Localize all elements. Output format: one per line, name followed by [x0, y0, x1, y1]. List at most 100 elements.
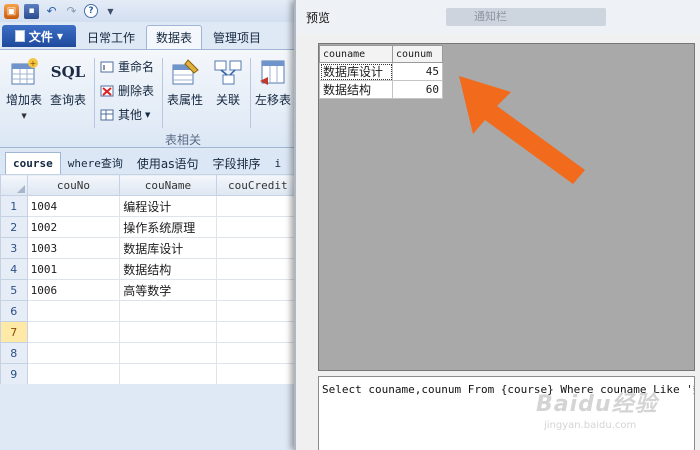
- table-row[interactable]: 8: [0, 342, 300, 364]
- customize-icon[interactable]: ▼: [103, 4, 118, 19]
- row-number[interactable]: 4: [0, 258, 28, 280]
- row-number[interactable]: 9: [0, 363, 28, 384]
- add-table-button[interactable]: + 增加表 ▼: [6, 56, 42, 120]
- table-row[interactable]: 5 1006 高等数学: [0, 279, 300, 301]
- column-header-couno[interactable]: couNo: [26, 174, 121, 196]
- tab-where-query[interactable]: where查询: [61, 152, 130, 174]
- dialog-title: 预览: [306, 10, 331, 25]
- row-number[interactable]: 6: [0, 300, 28, 322]
- cell-coucredit[interactable]: [215, 216, 300, 238]
- table-properties-icon: [169, 56, 201, 88]
- move-left-icon: [257, 56, 289, 88]
- cell-couno[interactable]: [26, 321, 121, 343]
- document-tabs: course where查询 使用as语句 字段排序 i: [0, 150, 300, 174]
- table-grid-icon: [99, 107, 115, 123]
- cell-coucredit[interactable]: [215, 321, 300, 343]
- rename-button[interactable]: 重命名: [99, 58, 154, 75]
- cell-couno[interactable]: 1004: [26, 195, 121, 217]
- cell-couname[interactable]: [119, 300, 217, 322]
- relations-button[interactable]: 关联: [212, 56, 244, 108]
- cell-couno[interactable]: [26, 300, 121, 322]
- result-cell-couname[interactable]: 数据库设计: [319, 62, 393, 81]
- result-row[interactable]: 数据结构 60: [319, 80, 443, 99]
- table-properties-button[interactable]: 表属性: [167, 56, 203, 108]
- result-row[interactable]: 数据库设计 45: [319, 62, 443, 81]
- save-icon[interactable]: ▪: [24, 3, 39, 19]
- cell-coucredit[interactable]: [215, 342, 300, 364]
- row-number[interactable]: 3: [0, 237, 28, 259]
- row-number[interactable]: 8: [0, 342, 28, 364]
- cell-couname[interactable]: 编程设计: [119, 195, 217, 217]
- cell-coucredit[interactable]: [215, 300, 300, 322]
- result-header-couname[interactable]: couname: [319, 45, 393, 63]
- tab-course[interactable]: course: [5, 152, 61, 174]
- redo-icon[interactable]: ↷: [64, 4, 79, 19]
- undo-icon[interactable]: ↶: [44, 4, 59, 19]
- query-table-button[interactable]: SQL 查询表: [50, 56, 86, 108]
- chevron-down-icon: ▼: [56, 31, 64, 41]
- cell-couname[interactable]: 数据库设计: [119, 237, 217, 259]
- cell-couname[interactable]: [119, 321, 217, 343]
- query-result-pane: couname counum 数据库设计 45 数据结构 60: [318, 43, 695, 371]
- row-number[interactable]: 2: [0, 216, 28, 238]
- app-icon[interactable]: ▣: [4, 3, 19, 19]
- cell-couno[interactable]: [26, 342, 121, 364]
- cell-coucredit[interactable]: [215, 363, 300, 384]
- file-menu-button[interactable]: 文件 ▼: [2, 25, 76, 47]
- cell-couname[interactable]: 数据结构: [119, 258, 217, 280]
- result-cell-counum[interactable]: 45: [392, 62, 443, 81]
- cell-couname[interactable]: [119, 363, 217, 384]
- grid-corner[interactable]: [0, 174, 28, 196]
- cell-coucredit[interactable]: [215, 279, 300, 301]
- cell-couno[interactable]: 1002: [26, 216, 121, 238]
- result-table[interactable]: couname counum 数据库设计 45 数据结构 60: [319, 45, 443, 99]
- table-row[interactable]: 9: [0, 363, 300, 384]
- cell-couno[interactable]: 1003: [26, 237, 121, 259]
- result-cell-counum[interactable]: 60: [392, 80, 443, 99]
- dropdown-arrow-icon: ▼: [21, 112, 27, 120]
- grid-body: 1 1004 编程设计 2 1002 操作系统原理 3 1003 数据库设计 4 1001 数据结构 5…: [0, 195, 300, 384]
- result-cell-couname[interactable]: 数据结构: [319, 80, 393, 99]
- result-header-counum[interactable]: counum: [392, 45, 443, 63]
- tab-more[interactable]: i: [268, 152, 289, 174]
- orange-arrow-icon: [459, 76, 585, 184]
- other-button[interactable]: 其他 ▼: [99, 106, 150, 123]
- cell-couno[interactable]: [26, 363, 121, 384]
- table-row[interactable]: 4 1001 数据结构: [0, 258, 300, 280]
- cell-couno[interactable]: 1001: [26, 258, 121, 280]
- column-header-coucredit[interactable]: couCredit: [215, 174, 300, 196]
- table-row[interactable]: 6: [0, 300, 300, 322]
- cell-couname[interactable]: 操作系统原理: [119, 216, 217, 238]
- delete-table-button[interactable]: 删除表: [99, 82, 154, 99]
- watermark-logo-text: Baidu经验: [536, 392, 658, 417]
- column-header-couname[interactable]: couName: [119, 174, 217, 196]
- row-number[interactable]: 7: [0, 321, 28, 343]
- tab-field-sort[interactable]: 字段排序: [205, 152, 267, 174]
- tab-daily-work[interactable]: 日常工作: [78, 25, 144, 49]
- help-icon[interactable]: ?: [84, 4, 98, 18]
- table-row[interactable]: 3 1003 数据库设计: [0, 237, 300, 259]
- move-left-button[interactable]: 左移表: [255, 56, 291, 108]
- data-grid[interactable]: couNo couName couCredit 1 1004 编程设计 2 1002 操作…: [0, 174, 300, 384]
- cell-couname[interactable]: [119, 342, 217, 364]
- table-row[interactable]: 7: [0, 321, 300, 343]
- row-number[interactable]: 1: [0, 195, 28, 217]
- delete-table-icon: [99, 83, 115, 99]
- ribbon-separator: [94, 58, 95, 128]
- tab-manage-project[interactable]: 管理项目: [204, 25, 270, 49]
- grid-header-row: couNo couName couCredit: [0, 174, 300, 196]
- rename-icon: [99, 59, 115, 75]
- table-row[interactable]: 1 1004 编程设计: [0, 195, 300, 217]
- cell-couname[interactable]: 高等数学: [119, 279, 217, 301]
- cell-coucredit[interactable]: [215, 237, 300, 259]
- query-table-label: 查询表: [50, 93, 87, 107]
- cell-coucredit[interactable]: [215, 258, 300, 280]
- tab-data-table[interactable]: 数据表: [146, 25, 203, 49]
- tab-use-as[interactable]: 使用as语句: [130, 152, 206, 174]
- sql-icon-text: SQL: [50, 63, 86, 81]
- cell-couno[interactable]: 1006: [26, 279, 121, 301]
- cell-coucredit[interactable]: [215, 195, 300, 217]
- row-number[interactable]: 5: [0, 279, 28, 301]
- result-body: 数据库设计 45 数据结构 60: [319, 62, 443, 99]
- table-row[interactable]: 2 1002 操作系统原理: [0, 216, 300, 238]
